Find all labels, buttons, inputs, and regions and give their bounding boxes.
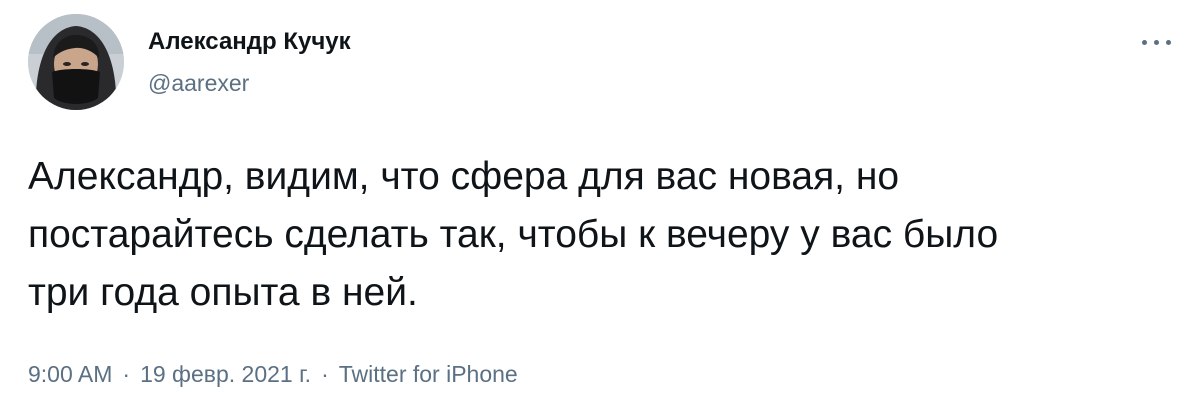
tweet-time[interactable]: 9:00 AM xyxy=(28,361,112,387)
tweet-date[interactable]: 19 февр. 2021 г. xyxy=(140,361,311,387)
tweet-text: Александр, видим, что сфера для вас нова… xyxy=(28,148,1178,322)
meta-separator: · xyxy=(122,361,131,387)
tweet-card: Александр Кучук @aarexer Александр, види… xyxy=(0,0,1200,405)
avatar-image xyxy=(28,14,124,110)
meta-separator: · xyxy=(321,361,329,387)
tweet-meta: 9:00 AM · 19 февр. 2021 г. · Twitter for iPh… xyxy=(28,361,518,388)
tweet-text-line: три года опыта в ней. xyxy=(28,271,418,314)
tweet-text-line: постарайтесь сделать так, чтобы к вечеру… xyxy=(28,213,999,256)
more-horizontal-icon-dot xyxy=(1166,40,1171,45)
more-options-button[interactable] xyxy=(1138,32,1178,52)
tweet-text-line: Александр, видим, что сфера для вас нова… xyxy=(28,155,900,198)
author-name[interactable]: Александр Кучук xyxy=(148,28,351,56)
author-handle[interactable]: @aarexer xyxy=(148,70,249,97)
avatar[interactable] xyxy=(28,14,124,110)
tweet-source[interactable]: Twitter for iPhone xyxy=(339,361,518,387)
more-horizontal-icon xyxy=(1142,40,1147,45)
more-horizontal-icon-dot xyxy=(1154,40,1159,45)
